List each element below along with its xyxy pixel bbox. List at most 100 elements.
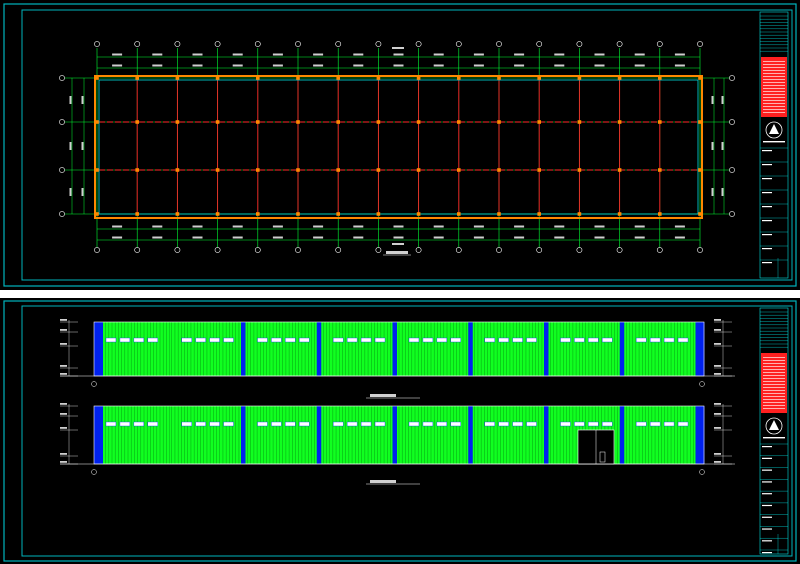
column <box>698 76 702 80</box>
dimension-text <box>674 64 685 67</box>
window-strip <box>408 337 420 343</box>
column <box>577 168 582 172</box>
window-strip <box>663 421 675 427</box>
window-strip <box>498 421 509 427</box>
window-strip <box>147 337 158 343</box>
level-text <box>714 413 721 415</box>
window-strip <box>299 337 310 343</box>
column <box>296 168 300 172</box>
grid-bubble <box>335 247 342 253</box>
notes-text-line <box>763 97 785 98</box>
column <box>296 212 300 216</box>
column <box>336 168 340 172</box>
notes-text-line <box>763 79 785 80</box>
column <box>376 168 381 172</box>
level-text <box>60 453 67 455</box>
company-name <box>763 141 785 143</box>
title-block-field <box>762 457 772 459</box>
dimension-text <box>69 96 72 104</box>
column <box>215 76 220 80</box>
notes-text-line <box>763 61 785 62</box>
column <box>537 168 541 172</box>
window-strip <box>271 337 282 343</box>
dimension-text <box>112 64 123 67</box>
window-strip <box>574 421 585 427</box>
title-block-field <box>762 446 772 448</box>
grid-bubble <box>697 41 703 47</box>
grid-bubble <box>91 469 97 475</box>
grid-bubble <box>699 469 705 475</box>
column <box>658 120 662 124</box>
column <box>617 168 622 172</box>
dimension-text <box>81 142 84 150</box>
grid-bubble <box>656 247 663 253</box>
window-strip <box>677 337 689 343</box>
dimension-text <box>192 53 203 56</box>
column <box>457 212 461 216</box>
window-strip <box>436 421 448 427</box>
level-text <box>714 403 721 405</box>
column <box>497 212 501 216</box>
dimension-text <box>272 53 283 56</box>
title-block-field <box>762 248 772 250</box>
window-strip <box>636 421 647 427</box>
column <box>617 76 622 80</box>
level-text <box>60 343 67 345</box>
company-name <box>763 437 785 439</box>
window-strip <box>271 421 282 427</box>
window-strip <box>422 421 434 427</box>
dimension-text <box>393 64 404 67</box>
dimension-text <box>711 188 714 196</box>
notes-text-line <box>763 396 785 397</box>
window-strip <box>195 421 206 427</box>
notes-text-line <box>763 85 785 86</box>
level-text <box>60 319 67 321</box>
notes-text-line <box>763 366 785 367</box>
window-strip <box>526 337 537 343</box>
notes-text-line <box>763 390 785 391</box>
notes-text-line <box>763 103 785 104</box>
window-strip <box>450 337 461 343</box>
grid-bubble <box>335 41 342 47</box>
grid-bubble <box>94 41 100 47</box>
column <box>658 168 662 172</box>
grid-bubble <box>496 247 502 253</box>
grid-bubble <box>656 41 663 47</box>
dimension-text <box>634 236 645 239</box>
window-strip <box>209 337 220 343</box>
column <box>95 76 99 80</box>
level-text <box>714 343 721 345</box>
dimension-text <box>473 236 484 239</box>
dimension-text <box>69 188 72 196</box>
column <box>175 120 180 124</box>
title-block-field <box>762 192 772 194</box>
dimension-text <box>721 96 724 104</box>
grid-bubble <box>455 41 462 47</box>
notes-red-block <box>761 57 787 117</box>
grid-bubble <box>174 41 181 47</box>
dimension-text <box>152 236 163 239</box>
window-strip <box>374 421 386 427</box>
notes-text-line <box>763 399 785 400</box>
dimension-text <box>634 225 645 228</box>
notes-text-line <box>763 112 785 113</box>
grid-bubble <box>616 247 623 253</box>
drawing-sheet-plan <box>0 0 800 290</box>
column <box>135 168 139 172</box>
grid-lines <box>62 48 730 250</box>
elevation-1-title <box>370 394 396 397</box>
title-block-frame <box>759 11 789 279</box>
notes-text-line <box>763 70 785 71</box>
level-text <box>714 365 721 367</box>
window-strip <box>333 337 344 343</box>
dimension-text <box>674 225 685 228</box>
window-strip <box>636 337 647 343</box>
grid-bubble <box>496 41 502 47</box>
dimension-text <box>313 225 324 228</box>
column <box>658 76 662 80</box>
dimension-text <box>393 53 404 56</box>
column-band <box>695 322 705 376</box>
column <box>497 120 501 124</box>
dimension-text <box>473 53 484 56</box>
window-strip <box>560 421 571 427</box>
